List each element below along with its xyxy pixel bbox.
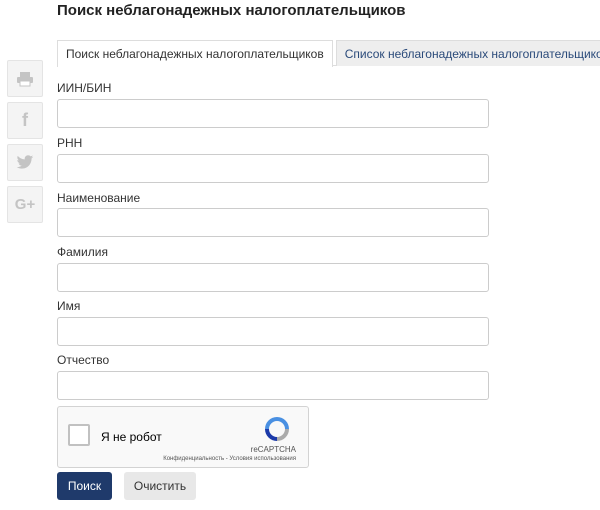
facebook-share-button[interactable]: f — [7, 102, 43, 139]
first-name-label: Имя — [57, 299, 81, 313]
iin-bin-input[interactable] — [57, 99, 489, 128]
patronymic-input[interactable] — [57, 371, 489, 400]
recaptcha-label: Я не робот — [101, 430, 162, 444]
facebook-icon: f — [22, 110, 28, 130]
clear-button[interactable]: Очистить — [124, 472, 196, 500]
name-input[interactable] — [57, 208, 489, 237]
iin-bin-label: ИИН/БИН — [57, 81, 112, 95]
name-label: Наименование — [57, 191, 141, 205]
twitter-share-button[interactable] — [7, 144, 43, 181]
recaptcha-checkbox[interactable] — [68, 424, 90, 446]
patronymic-label: Отчество — [57, 353, 110, 367]
page-title: Поиск неблагонадежных налогоплательщиков — [57, 2, 406, 19]
share-bar: f G+ — [7, 60, 43, 228]
google-plus-share-button[interactable]: G+ — [7, 186, 43, 223]
search-button[interactable]: Поиск — [57, 472, 112, 500]
recaptcha-links[interactable]: Конфиденциальность - Условия использован… — [163, 456, 296, 462]
twitter-icon — [16, 155, 34, 169]
surname-input[interactable] — [57, 263, 489, 292]
tab-bar: Поиск неблагонадежных налогоплательщиков… — [57, 40, 600, 67]
google-plus-icon: G+ — [14, 196, 36, 213]
print-icon — [17, 71, 33, 86]
surname-label: Фамилия — [57, 245, 108, 259]
rnn-label: РНН — [57, 136, 83, 150]
recaptcha-brand: reCAPTCHA — [250, 445, 296, 454]
tab-search[interactable]: Поиск неблагонадежных налогоплательщиков — [57, 40, 333, 67]
recaptcha-logo-icon — [265, 417, 289, 441]
print-button[interactable] — [7, 60, 43, 97]
tab-list[interactable]: Список неблагонадежных налогоплательщико… — [335, 40, 600, 66]
first-name-input[interactable] — [57, 317, 489, 346]
recaptcha-widget: Я не робот reCAPTCHA Конфиденциальность … — [57, 406, 309, 468]
rnn-input[interactable] — [57, 154, 489, 183]
